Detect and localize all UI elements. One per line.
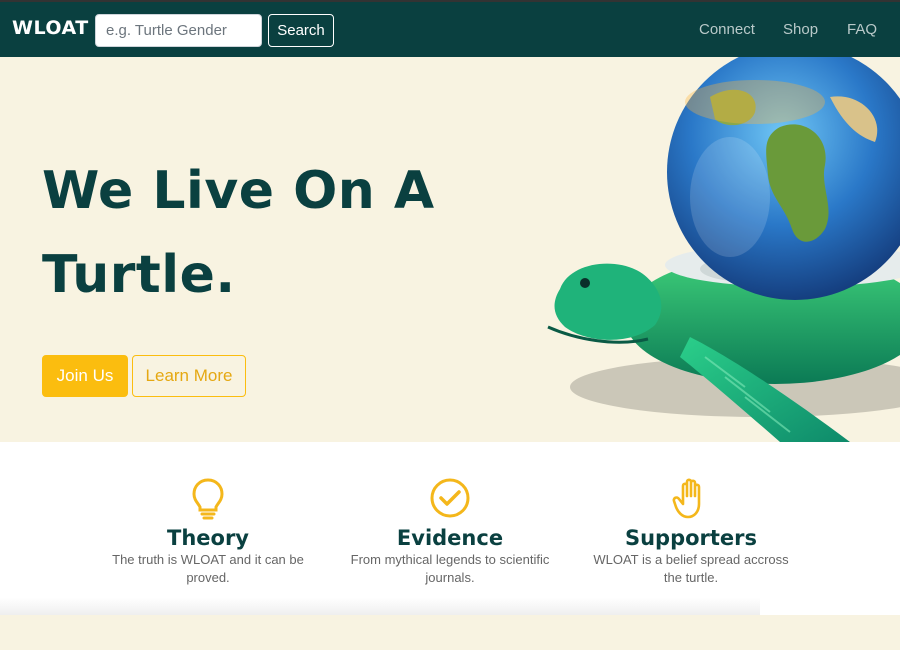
search-input[interactable] [95, 14, 262, 47]
feature-text: From mythical legends to scientific jour… [350, 552, 550, 585]
nav-link-connect[interactable]: Connect [699, 21, 755, 38]
hero-title-line1: We Live On A [42, 161, 435, 221]
lightbulb-icon [192, 478, 224, 520]
hero-section: We Live On A Turtle. Join Us Learn More [0, 57, 900, 442]
feature-text: WLOAT is a belief spread accross the tur… [593, 552, 789, 585]
feature-title: Theory [167, 526, 249, 550]
turtle-earth-illustration [547, 57, 900, 442]
navbar: WLOAT Search Connect Shop FAQ [0, 0, 900, 57]
logo[interactable]: WLOAT [12, 17, 89, 39]
bottom-section [0, 615, 900, 650]
hero-title: We Live On A Turtle. [42, 149, 462, 317]
hero-title-line2: Turtle. [42, 245, 236, 305]
nav-link-faq[interactable]: FAQ [847, 21, 877, 38]
learn-more-button[interactable]: Learn More [132, 355, 246, 397]
feature-title: Supporters [624, 526, 758, 550]
search-button[interactable]: Search [268, 14, 334, 47]
features-divider [0, 598, 760, 616]
join-us-button[interactable]: Join Us [42, 355, 128, 397]
feature-text: The truth is WLOAT and it can be proved. [112, 552, 304, 585]
check-circle-icon [430, 478, 470, 518]
hand-icon [672, 478, 701, 519]
feature-title: Evidence [396, 526, 504, 550]
features-section: Theory The truth is WLOAT and it can be … [0, 442, 900, 615]
nav-link-shop[interactable]: Shop [783, 21, 818, 38]
